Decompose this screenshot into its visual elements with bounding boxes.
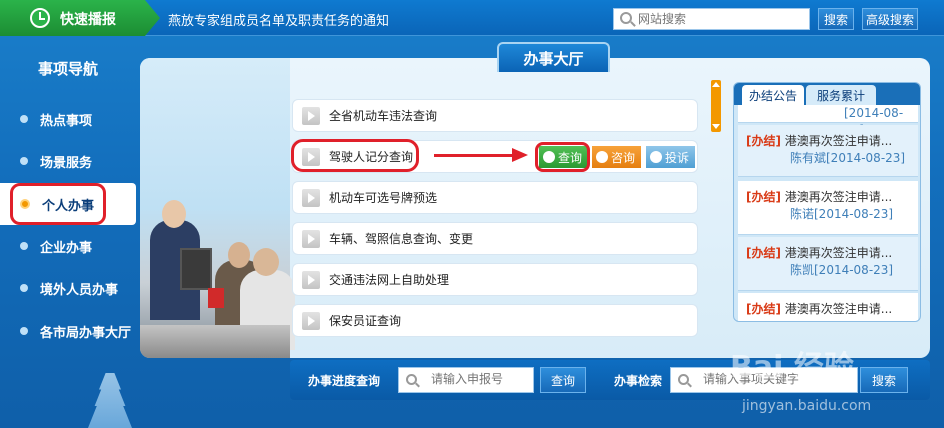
notice-meta: 陈诺[2014-08-23] (790, 207, 894, 221)
bullet-icon (20, 157, 28, 165)
elder-head (253, 248, 279, 276)
play-icon (302, 229, 320, 248)
bullet-icon (20, 242, 28, 250)
service-item[interactable]: 机动车可选号牌预选 (292, 181, 698, 214)
notice-title: 港澳再次签注申请... (780, 302, 893, 316)
tab-service-stats[interactable]: 服务累计 (806, 85, 876, 105)
service-search-label: 办事检索 (614, 374, 663, 388)
notice-item[interactable]: [办结] 港澳再次签注申请... 陈诺[2014-08-23] (738, 181, 918, 235)
nav-item-label: 热点事项 (40, 113, 93, 129)
nav-title: 事项导航 (38, 60, 99, 78)
nav-item-scene[interactable]: 场景服务 (0, 140, 136, 182)
scroll-up-icon[interactable] (712, 82, 720, 87)
notice-title: 港澳再次签注申请... (780, 134, 893, 148)
bullet-icon (20, 284, 28, 292)
nav-item-label: 各市局办事大厅 (40, 325, 132, 341)
notice-item[interactable]: [办结] 港澳再次签注申请... (738, 293, 918, 321)
annotation-arrow-line (434, 154, 514, 157)
notice-item[interactable]: [2014-08-23] (738, 105, 918, 137)
application-number-field (398, 367, 534, 393)
service-label: 保安员证查询 (329, 314, 402, 328)
search-icon (678, 374, 689, 385)
advanced-search-button[interactable]: 高级搜索 (862, 8, 918, 30)
service-item[interactable]: 保安员证查询 (292, 304, 698, 337)
service-search-button[interactable]: 搜索 (860, 367, 908, 393)
service-label: 机动车可选号牌预选 (329, 191, 438, 205)
notice-tag: [办结] (746, 190, 781, 204)
nav-item-label: 境外人员办事 (40, 282, 119, 298)
citizen-head (228, 242, 250, 268)
pencil-icon (596, 151, 608, 163)
annotation-arrow-head (512, 148, 528, 162)
watermark-url: jingyan.baidu.com (742, 398, 872, 414)
service-label: 交通违法网上自助处理 (329, 273, 450, 287)
document-illustration (208, 288, 224, 308)
application-number-input[interactable] (431, 372, 529, 386)
notice-meta: 陈有斌[2014-08-23] (790, 151, 906, 165)
monitor-illustration (180, 248, 212, 290)
nav-item-label: 企业办事 (40, 240, 93, 256)
notice-item[interactable]: [办结] 港澳再次签注申请... 陈有斌[2014-08-23] (738, 125, 918, 177)
service-highlight-annotation (291, 139, 419, 172)
hall-title-tab: 办事大厅 (497, 42, 610, 72)
notice-tag: [办结] (746, 302, 781, 316)
service-label: 车辆、驾照信息查询、变更 (329, 232, 474, 246)
notice-title: 港澳再次签注申请... (780, 246, 893, 260)
desk-illustration (140, 325, 290, 358)
clock-icon (30, 8, 50, 28)
bullet-icon (20, 327, 28, 335)
notice-box: 办结公告 服务累计 [2014-08-23] [办结] 港澳再次签注申请... … (733, 82, 921, 322)
news-headline-link[interactable]: 燕放专家组成员名单及职责任务的通知 (168, 10, 389, 29)
nav-item-enterprise[interactable]: 企业办事 (0, 225, 136, 267)
document-icon (650, 151, 662, 163)
news-label: 快速播报 (60, 12, 116, 28)
notice-item[interactable]: [办结] 港澳再次签注申请... 陈凯[2014-08-23] (738, 237, 918, 291)
watermark-logo: Bai 经验 (730, 350, 854, 385)
play-icon (302, 188, 320, 207)
service-item[interactable]: 交通违法网上自助处理 (292, 263, 698, 296)
query-highlight-annotation (535, 142, 590, 172)
scroll-down-icon[interactable] (712, 124, 720, 129)
complain-button[interactable]: 投诉 (646, 146, 695, 168)
notice-meta: 陈凯[2014-08-23] (790, 263, 894, 277)
nav-item-hot[interactable]: 热点事项 (0, 98, 136, 140)
tab-completed-notices[interactable]: 办结公告 (742, 85, 804, 105)
notice-title: 港澳再次签注申请... (780, 190, 893, 204)
nav-item-label: 场景服务 (40, 155, 93, 171)
search-icon (620, 12, 632, 24)
site-search-input[interactable] (638, 10, 806, 28)
play-icon (302, 106, 320, 125)
site-search-box (613, 8, 810, 30)
service-label: 全省机动车违法查询 (329, 109, 438, 123)
notice-tabs: 办结公告 服务累计 (734, 83, 920, 105)
site-search-button[interactable]: 搜索 (818, 8, 854, 30)
nav-item-foreigners[interactable]: 境外人员办事 (0, 267, 136, 309)
officer-head (162, 200, 186, 228)
complain-label: 投诉 (665, 150, 690, 165)
bullet-icon (20, 115, 28, 123)
progress-query-button[interactable]: 查询 (540, 367, 586, 393)
consult-button[interactable]: 咨询 (592, 146, 641, 168)
nav-highlight-annotation (10, 183, 106, 225)
consult-label: 咨询 (611, 150, 636, 165)
play-icon (302, 270, 320, 289)
notice-tag: [办结] (746, 134, 781, 148)
nav-item-city-halls[interactable]: 各市局办事大厅 (0, 310, 136, 352)
service-item[interactable]: 车辆、驾照信息查询、变更 (292, 222, 698, 255)
search-icon (406, 374, 417, 385)
play-icon (302, 311, 320, 330)
notice-tag: [办结] (746, 246, 781, 260)
service-item[interactable]: 全省机动车违法查询 (292, 99, 698, 132)
progress-query-label: 办事进度查询 (308, 374, 381, 388)
